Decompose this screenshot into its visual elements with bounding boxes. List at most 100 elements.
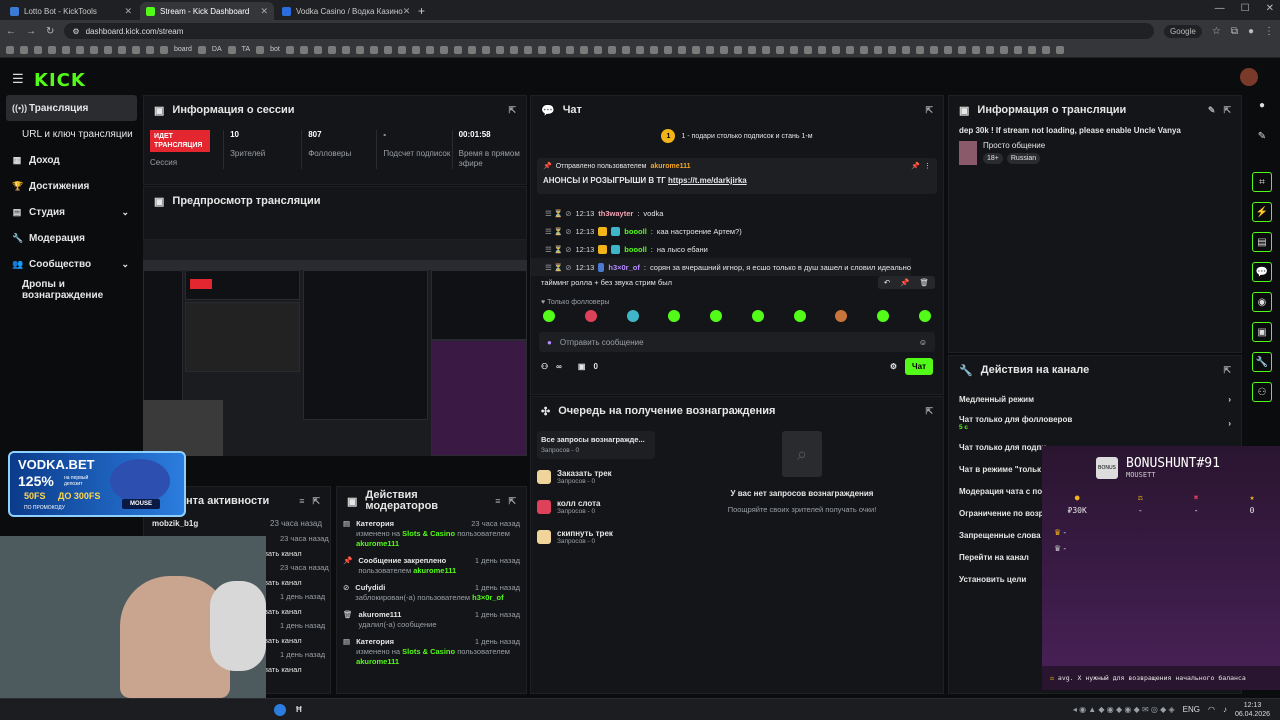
emote-icon[interactable] — [793, 310, 806, 322]
reward-item[interactable]: колл слота Запросов - 0 — [537, 495, 655, 519]
shortcut-icon[interactable]: ▣ — [1252, 322, 1272, 342]
unpin-icon[interactable]: 📌 — [911, 162, 920, 170]
filter-icon[interactable]: ≡ — [299, 496, 304, 506]
category-thumbnail — [959, 141, 977, 165]
shortcut-icon[interactable]: ⚡ — [1252, 202, 1272, 222]
chat-input[interactable]: ● Отправить сообщение ☺ — [539, 332, 935, 352]
filter-icon[interactable]: ≡ — [495, 496, 500, 506]
chat-message[interactable]: ☰ ⏳ ⊘ 12:13 h3×0r_of: сорян за вчерашний иг… — [531, 258, 911, 276]
popout-icon[interactable]: ⇱ — [925, 105, 933, 116]
wifi-icon[interactable]: ◠ — [1208, 705, 1215, 714]
chat-message[interactable]: ☰ ⏳ ⊘ 12:13 boooll: каа настроение Артем?) — [531, 222, 943, 240]
emote-icon[interactable] — [543, 310, 555, 322]
tag[interactable]: 18+ — [983, 153, 1003, 164]
shortcut-icon[interactable]: ⚇ — [1252, 382, 1272, 402]
popout-icon[interactable]: ⇱ — [508, 496, 516, 507]
sub-goal-banner[interactable]: 11 - подари столько подписок и стань 1-м — [531, 124, 943, 148]
shortcut-icon[interactable]: 💬 — [1252, 262, 1272, 282]
wrench-icon: 🔧 — [959, 364, 973, 377]
more-icon[interactable]: ⋮ — [924, 162, 931, 170]
emote-icon[interactable] — [584, 310, 597, 322]
chat-message[interactable]: ☰ ⏳ ⊘ 12:13 boooll: на лысо ебани — [531, 240, 943, 258]
close-icon[interactable]: ✕ — [260, 6, 268, 17]
search-engine-chip[interactable]: Google — [1164, 24, 1202, 38]
info-icon[interactable]: ● — [1259, 100, 1265, 111]
maximize-icon[interactable]: ☐ — [1241, 3, 1250, 14]
sidebar-item-community[interactable]: 👥 Сообщество ⌄ — [0, 251, 143, 277]
tray-icons[interactable]: ◂ ◉ ▲ ◆ ◉ ◆ ◉ ◆ ✉ ◎ ◆ ◈ — [1073, 705, 1175, 714]
emote-icon[interactable] — [626, 310, 639, 322]
edit-icon[interactable]: ✎ — [1258, 131, 1266, 142]
trash-icon[interactable]: 🗑 — [919, 278, 929, 287]
sidebar-item-revenue[interactable]: ▦ Доход — [0, 147, 143, 173]
emote-icon[interactable] — [877, 310, 890, 322]
edit-icon[interactable]: ✎ — [1208, 105, 1216, 116]
profile-icon[interactable]: ● — [1248, 26, 1254, 37]
pinned-link[interactable]: https://t.me/darkjirka — [668, 176, 747, 185]
shortcut-icon[interactable]: ◉ — [1252, 292, 1272, 312]
emote-icon[interactable] — [751, 310, 764, 322]
menu-icon[interactable]: ⋮ — [1264, 26, 1274, 37]
minimize-icon[interactable]: — — [1215, 3, 1225, 14]
sidebar-item-achievements[interactable]: 🏆 Достижения — [0, 173, 143, 199]
back-icon[interactable]: ← — [6, 26, 16, 37]
new-tab-button[interactable]: + — [412, 2, 431, 20]
popout-icon[interactable]: ⇱ — [508, 105, 516, 116]
rewards-all-item[interactable]: Все запросы вознагражде... Запросов - 0 — [537, 431, 655, 459]
shortcut-icon[interactable]: 🔧 — [1252, 352, 1272, 372]
browser-tab-3[interactable]: Vodka Casino / Водка Казино ✕ — [276, 2, 410, 20]
app-icon[interactable]: Ħ — [296, 705, 302, 714]
shortcut-icon[interactable]: ⌗ — [1252, 172, 1272, 192]
emoji-icon[interactable]: ☺ — [919, 338, 927, 347]
action-slow-mode[interactable]: Медленный режим › — [949, 388, 1241, 410]
clock[interactable]: 12:13 06.04.2026 — [1235, 701, 1270, 719]
sidebar-item-moderation[interactable]: 🔧 Модерация — [0, 225, 143, 251]
chat-message[interactable]: ☰ ⏳ ⊘ 12:13 th3wayter: vodka — [531, 204, 943, 222]
shortcut-icon[interactable]: ▤ — [1252, 232, 1272, 252]
activity-row: 23 часа назад вать канал — [264, 534, 329, 558]
kick-logo[interactable]: KICK — [34, 70, 86, 91]
bookmark-item[interactable]: board — [174, 46, 192, 53]
settings-icon[interactable]: ⚙ — [890, 362, 897, 371]
star-icon[interactable]: ☆ — [1212, 26, 1221, 37]
pinned-message[interactable]: 📌 Отправлено пользователем akurome111 📌 ⋮ АН… — [537, 158, 937, 194]
popout-icon[interactable]: ⇱ — [1223, 105, 1231, 116]
bookmark-item[interactable]: DA — [212, 46, 222, 53]
sidebar-item-studio[interactable]: ▤ Студия ⌄ — [0, 199, 143, 225]
reload-icon[interactable]: ↻ — [46, 26, 54, 37]
emote-icon[interactable] — [835, 310, 848, 322]
sidebar-item-stream[interactable]: ((•)) Трансляция — [6, 95, 137, 121]
popout-icon[interactable]: ⇱ — [925, 406, 933, 417]
pin-icon[interactable]: 📌 — [900, 278, 909, 287]
bookmark-item[interactable]: bot — [270, 46, 280, 53]
site-info-icon[interactable]: ⚙ — [72, 27, 79, 36]
tag[interactable]: Russian — [1006, 153, 1041, 164]
browser-tab-2[interactable]: Stream - Kick Dashboard ✕ — [140, 2, 274, 20]
close-icon[interactable]: ✕ — [403, 6, 410, 17]
reward-item[interactable]: Заказать трек Запросов - 0 — [537, 465, 655, 489]
sidebar-item-url-key[interactable]: URL и ключ трансляции — [0, 121, 143, 147]
close-icon[interactable]: ✕ — [124, 6, 132, 17]
forward-icon[interactable]: → — [26, 26, 36, 37]
language-indicator[interactable]: ENG — [1183, 705, 1200, 714]
bookmark-item[interactable]: TA — [242, 46, 250, 53]
sidebar-item-drops[interactable]: Дропы и вознаграждение — [0, 277, 143, 303]
extensions-icon[interactable]: ⧉ — [1231, 26, 1238, 37]
emote-icon[interactable] — [710, 310, 723, 322]
popout-icon[interactable]: ⇱ — [1223, 365, 1231, 376]
reward-item[interactable]: скипнуть трек Запросов - 0 — [537, 525, 655, 549]
undo-icon[interactable]: ↶ — [884, 278, 890, 287]
hamburger-menu-icon[interactable]: ☰ — [12, 71, 24, 87]
send-chat-button[interactable]: Чат — [905, 358, 933, 375]
url-input[interactable]: ⚙ dashboard.kick.com/stream — [64, 23, 1155, 39]
close-window-icon[interactable]: ✕ — [1266, 3, 1274, 14]
user-avatar[interactable] — [1240, 68, 1258, 86]
emote-icon[interactable] — [668, 310, 681, 322]
emote-icon[interactable] — [918, 310, 931, 322]
popout-icon[interactable]: ⇱ — [312, 496, 320, 507]
action-followers-only[interactable]: Чат только для фолловеров 5 с › — [949, 410, 1241, 436]
app-icon[interactable] — [274, 703, 286, 716]
mic-icon[interactable]: ● — [547, 338, 552, 347]
browser-tab-1[interactable]: Lotto Bot - KickTools ✕ — [4, 2, 138, 20]
volume-icon[interactable]: ♪ — [1223, 705, 1227, 714]
